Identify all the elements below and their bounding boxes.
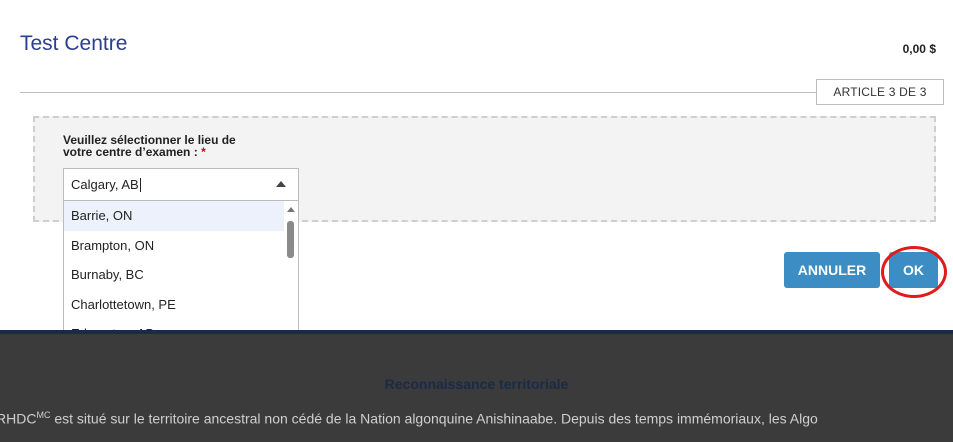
cancel-button[interactable]: ANNULER bbox=[784, 252, 880, 288]
divider bbox=[20, 92, 938, 93]
ok-button[interactable]: OK bbox=[889, 252, 938, 288]
footer-text-sup: MC bbox=[36, 410, 51, 420]
test-centre-select[interactable]: Calgary, AB bbox=[63, 168, 299, 200]
field-label-line2: votre centre d’examen : bbox=[63, 145, 198, 159]
footer: Reconnaissance territoriale RHDCMC est s… bbox=[0, 330, 953, 442]
cart-total: 0,00 $ bbox=[902, 42, 936, 56]
article-counter: ARTICLE 3 DE 3 bbox=[816, 79, 944, 105]
dropdown-option[interactable]: Brampton, ON bbox=[64, 231, 284, 261]
footer-text-prefix: RHDC bbox=[0, 410, 37, 427]
dropdown-option[interactable]: Barrie, ON bbox=[64, 201, 284, 231]
footer-text-body: est situé sur le territoire ancestral no… bbox=[50, 410, 818, 427]
text-cursor bbox=[139, 177, 141, 192]
dropdown-option[interactable]: Burnaby, BC bbox=[64, 260, 284, 290]
required-marker: * bbox=[201, 145, 206, 159]
footer-top-border bbox=[0, 330, 953, 334]
chevron-up-icon[interactable] bbox=[276, 181, 286, 187]
page-title: Test Centre bbox=[20, 32, 128, 55]
field-label: Veuillez sélectionner le lieu de votre c… bbox=[63, 134, 236, 158]
scroll-up-icon[interactable] bbox=[287, 207, 295, 212]
dropdown-option[interactable]: Charlottetown, PE bbox=[64, 290, 284, 320]
footer-title: Reconnaissance territoriale bbox=[384, 376, 569, 392]
select-value: Calgary, AB bbox=[71, 177, 139, 192]
scrollbar-thumb[interactable] bbox=[287, 221, 294, 258]
footer-text: RHDCMC est situé sur le territoire ances… bbox=[0, 410, 818, 427]
